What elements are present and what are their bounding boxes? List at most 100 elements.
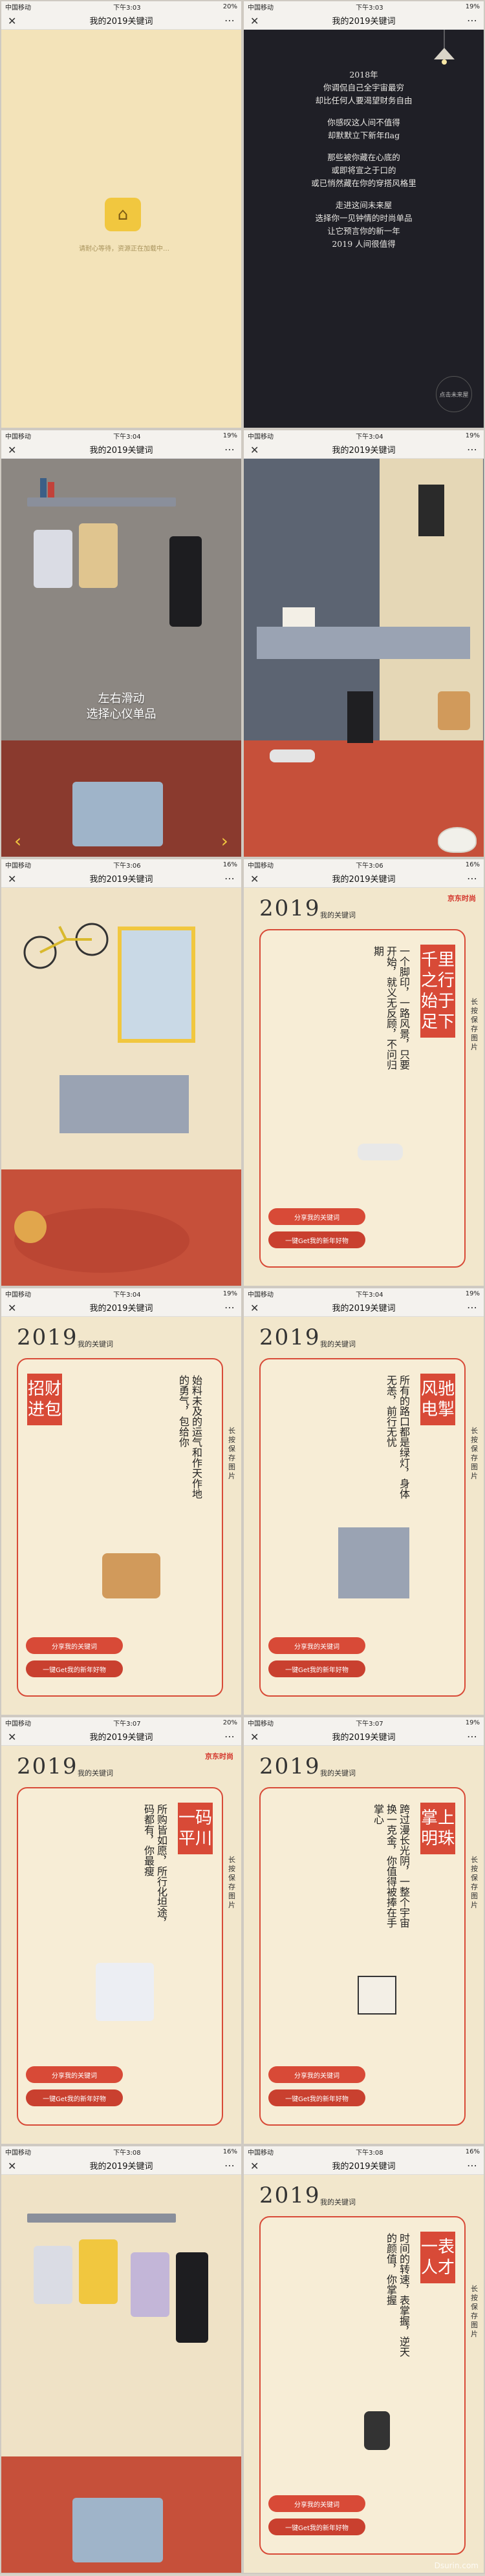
- hanging-shirt[interactable]: [34, 2246, 72, 2304]
- denim-jacket[interactable]: [72, 782, 163, 846]
- denim-jacket[interactable]: [72, 2498, 163, 2562]
- more-icon[interactable]: ⋯: [467, 14, 477, 26]
- more-icon[interactable]: ⋯: [224, 443, 235, 456]
- close-icon[interactable]: ✕: [8, 15, 16, 27]
- close-icon[interactable]: ✕: [8, 2160, 16, 2172]
- hanging-dress[interactable]: [176, 2252, 208, 2343]
- more-icon[interactable]: ⋯: [224, 872, 235, 885]
- more-icon[interactable]: ⋯: [467, 2159, 477, 2172]
- time: 下午3:06: [113, 862, 141, 870]
- save-hint: 长按保存图片: [471, 2285, 478, 2338]
- time: 下午3:03: [356, 4, 383, 12]
- share-keyword-button[interactable]: 分享我的关键词: [268, 1208, 365, 1225]
- desk: [257, 627, 470, 659]
- carrier: 中国移动: [248, 433, 274, 441]
- get-goods-button[interactable]: 一键Get我的新年好物: [268, 2089, 365, 2106]
- close-icon[interactable]: ✕: [8, 1731, 16, 1743]
- close-icon[interactable]: ✕: [250, 15, 259, 27]
- more-icon[interactable]: ⋯: [224, 1301, 235, 1314]
- title-bar: ✕ 我的2019关键词 ⋯: [1, 2157, 241, 2175]
- hanging-sweater[interactable]: [79, 523, 118, 588]
- bicycle-icon[interactable]: [21, 914, 111, 972]
- more-icon[interactable]: ⋯: [224, 14, 235, 26]
- carrier: 中国移动: [248, 1291, 274, 1299]
- hanging-sweater[interactable]: [79, 2239, 118, 2304]
- hanging-dress[interactable]: [169, 536, 202, 627]
- year-subtitle: 我的关键词: [320, 1769, 356, 1777]
- poem-line: 那些被你藏在心底的: [327, 152, 400, 162]
- phone-poster-3: 中国移动 下午3:04 19% ✕ 我的2019关键词 ⋯ 2019 我的关键词…: [242, 1287, 485, 1716]
- arrow-left-icon[interactable]: ‹: [14, 830, 21, 852]
- more-icon[interactable]: ⋯: [467, 443, 477, 456]
- page-title: 我的2019关键词: [332, 1733, 396, 1743]
- brand-logo: 京东时尚: [447, 894, 476, 903]
- treadmill[interactable]: [59, 1075, 189, 1133]
- share-keyword-button[interactable]: 分享我的关键词: [26, 2066, 123, 2083]
- keyword-poster: 2019 我的关键词 京东时尚 千里之行始于足下 一个脚印，一路风景，只要开始，…: [244, 888, 484, 1286]
- get-goods-button[interactable]: 一键Get我的新年好物: [26, 1660, 123, 1677]
- lamp-icon: [434, 30, 455, 65]
- more-icon[interactable]: ⋯: [224, 2159, 235, 2172]
- handbag: [102, 1553, 160, 1598]
- phone-poster-6: 中国移动 下午3:08 16% ✕ 我的2019关键词 ⋯ 2019 我的关键词…: [242, 2145, 485, 2574]
- close-icon[interactable]: ✕: [250, 444, 259, 456]
- enter-room-button[interactable]: 点击未来屋: [436, 376, 472, 412]
- hanging-shirt[interactable]: [34, 530, 72, 588]
- poem-line: 你调侃自己全宇宙最穷: [323, 83, 404, 92]
- close-icon[interactable]: ✕: [250, 1731, 259, 1743]
- share-keyword-button[interactable]: 分享我的关键词: [268, 2495, 365, 2512]
- close-icon[interactable]: ✕: [250, 2160, 259, 2172]
- brand-logo: 京东时尚: [205, 1752, 233, 1761]
- battery: 19%: [465, 3, 480, 10]
- get-goods-button[interactable]: 一键Get我的新年好物: [26, 2089, 123, 2106]
- phone-desk: 中国移动 下午3:04 19% ✕ 我的2019关键词 ⋯: [242, 429, 485, 858]
- keyword-title: 一码平川: [178, 1803, 213, 1854]
- gym-scene: [1, 888, 241, 1286]
- save-hint: 长按保存图片: [228, 1427, 235, 1480]
- status-bar: 中国移动 下午3:06 16%: [244, 859, 484, 870]
- page-title: 我的2019关键词: [332, 2162, 396, 2172]
- screenshot-grid: 中国移动 下午3:03 20% ✕ 我的2019关键词 ⋯ ⌂ 请耐心等待，资源…: [0, 0, 485, 2576]
- hanging-cardigan[interactable]: [131, 2252, 169, 2317]
- get-goods-button[interactable]: 一键Get我的新年好物: [268, 1231, 365, 1248]
- close-icon[interactable]: ✕: [8, 1302, 16, 1314]
- page-title: 我的2019关键词: [332, 1304, 396, 1314]
- sneakers: [358, 1144, 403, 1160]
- save-hint: 长按保存图片: [471, 998, 478, 1051]
- close-icon[interactable]: ✕: [250, 873, 259, 885]
- more-icon[interactable]: ⋯: [224, 1730, 235, 1743]
- more-icon[interactable]: ⋯: [467, 1301, 477, 1314]
- cat: [438, 827, 477, 853]
- close-icon[interactable]: ✕: [8, 873, 16, 885]
- more-icon[interactable]: ⋯: [467, 872, 477, 885]
- get-goods-button[interactable]: 一键Get我的新年好物: [268, 1660, 365, 1677]
- open-book[interactable]: [283, 607, 315, 627]
- share-keyword-button[interactable]: 分享我的关键词: [26, 1637, 123, 1654]
- arrow-right-icon[interactable]: ›: [221, 830, 228, 852]
- carrier: 中国移动: [5, 2149, 31, 2157]
- intro-screen: 2018年 你调侃自己全宇宙最穷 却比任何人要渴望财务自由 你感叹这人间不值得 …: [244, 30, 484, 428]
- more-icon[interactable]: ⋯: [467, 1730, 477, 1743]
- time: 下午3:04: [356, 1291, 383, 1299]
- status-bar: 中国移动 下午3:07 20%: [1, 1717, 241, 1728]
- keyword-poster: 2019 我的关键词 招财进包 始料未及的运气和作天作地的勇气，包给你 分享我的…: [1, 1317, 241, 1715]
- battery: 16%: [465, 861, 480, 868]
- keyword-verse: 跨过漫长光阴，一整个宇宙换一克金，你值得被捧在手掌心: [372, 1804, 410, 1928]
- shelf: [27, 497, 176, 507]
- title-bar: ✕ 我的2019关键词 ⋯: [244, 1728, 484, 1746]
- loading-hint: 请耐心等待，资源正在加载中…: [79, 246, 169, 253]
- boots[interactable]: [347, 691, 373, 743]
- status-bar: 中国移动 下午3:04 19%: [1, 1288, 241, 1299]
- handbag[interactable]: [438, 691, 470, 730]
- time: 下午3:06: [356, 862, 383, 870]
- keyword-poster: 2019 我的关键词 一表人才 时间的转速，表掌握，逆天的颜值，你掌握 分享我的…: [244, 2175, 484, 2573]
- share-keyword-button[interactable]: 分享我的关键词: [268, 1637, 365, 1654]
- close-icon[interactable]: ✕: [250, 1302, 259, 1314]
- close-icon[interactable]: ✕: [8, 444, 16, 456]
- status-bar: 中国移动 下午3:04 19%: [244, 1288, 484, 1299]
- sneakers[interactable]: [270, 749, 315, 762]
- share-keyword-button[interactable]: 分享我的关键词: [268, 2066, 365, 2083]
- teddy-bear[interactable]: [14, 1211, 47, 1243]
- get-goods-button[interactable]: 一键Get我的新年好物: [268, 2518, 365, 2535]
- save-hint: 长按保存图片: [471, 1427, 478, 1480]
